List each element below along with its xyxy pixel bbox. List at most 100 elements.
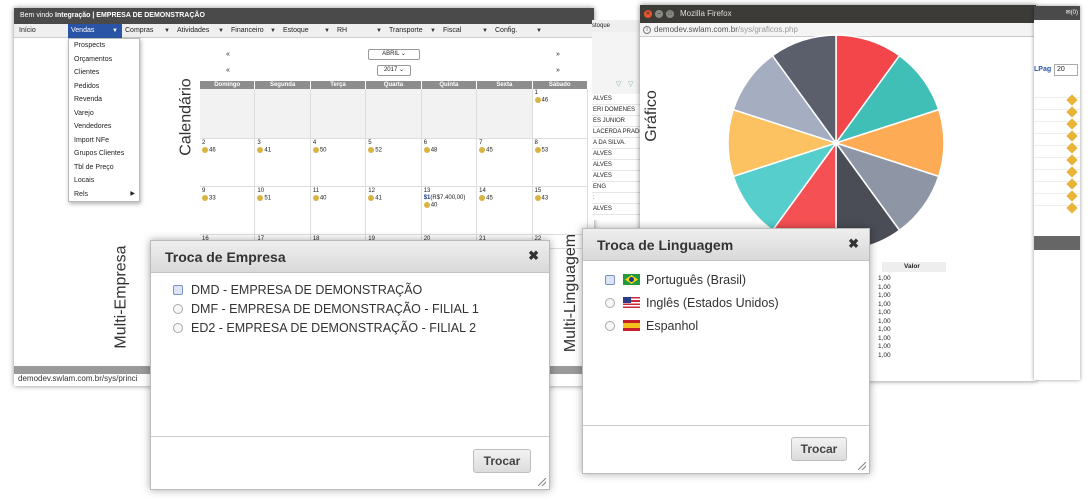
calendar-day-cell[interactable]: 2 46 <box>200 139 256 187</box>
empresa-option[interactable]: ED2 - EMPRESA DE DEMONSTRAÇÃO - FILIAL 2 <box>173 321 476 335</box>
next-year-button[interactable]: » <box>556 67 560 74</box>
appointment-badge[interactable]: 48 <box>423 147 474 154</box>
calendar-day-cell[interactable]: 15 43 <box>532 187 588 235</box>
appointment-badge[interactable]: 50 <box>312 147 363 154</box>
dropdown-item-import-nfe[interactable]: Import NFe <box>69 134 139 148</box>
prev-month-button[interactable]: « <box>226 51 230 58</box>
edit-icon[interactable] <box>1066 130 1078 142</box>
menu-vendas[interactable]: Vendas ▼ <box>68 24 122 38</box>
dropdown-item-pedidos[interactable]: Pedidos <box>69 80 139 94</box>
close-window-icon[interactable]: ✕ <box>644 10 652 18</box>
edit-icon[interactable] <box>1066 94 1078 106</box>
next-month-button[interactable]: » <box>556 51 560 58</box>
appointment-badge[interactable]: 46 <box>202 147 252 154</box>
radio-icon[interactable] <box>605 298 615 308</box>
calendar-day-cell[interactable]: 9 33 <box>200 187 256 235</box>
edit-icon[interactable] <box>1066 178 1078 190</box>
background-list-panel: stoque ▽ ▽ ALVES ERI DOMENES ES JUNIOR L… <box>592 20 640 220</box>
year-select[interactable]: 2017 ⌄ <box>377 65 411 76</box>
appointment-badge[interactable]: 51 <box>257 195 307 202</box>
linguagem-option[interactable]: Espanhol <box>605 319 698 333</box>
calendar-day-cell[interactable]: 8 53 <box>532 139 588 187</box>
radio-selected-icon[interactable] <box>173 285 183 295</box>
dropdown-item-revenda[interactable]: Revenda <box>69 93 139 107</box>
menu-rh[interactable]: RH ▼ <box>334 24 386 38</box>
dropdown-item-grupos-clientes[interactable]: Grupos Clientes <box>69 147 139 161</box>
close-icon[interactable]: ✖ <box>528 248 539 264</box>
month-select[interactable]: ABRIL ⌄ <box>368 49 420 60</box>
calendar-day-cell[interactable]: 6 48 <box>421 139 478 187</box>
calendar-day-cell[interactable] <box>366 89 422 139</box>
appointment-badge[interactable]: 41 <box>368 195 418 202</box>
empresa-option[interactable]: DMF - EMPRESA DE DEMONSTRAÇÃO - FILIAL 1 <box>173 302 479 316</box>
menu-financeiro[interactable]: Financeiro ▼ <box>228 24 280 38</box>
trocar-linguagem-button[interactable]: Trocar <box>791 437 847 461</box>
trocar-empresa-button[interactable]: Trocar <box>473 449 531 473</box>
calendar-day-cell[interactable]: 4 50 <box>310 139 367 187</box>
menu-atividades[interactable]: Atividades ▼ <box>174 24 228 38</box>
dropdown-item-locais[interactable]: Locais <box>69 174 139 188</box>
calendar-day-cell[interactable]: 3 41 <box>255 139 311 187</box>
edit-icon[interactable] <box>1066 202 1078 214</box>
minimize-window-icon[interactable]: – <box>655 10 663 18</box>
edit-icon[interactable] <box>1066 190 1078 202</box>
radio-icon[interactable] <box>605 321 615 331</box>
dropdown-item-rels[interactable]: Rels ▶ <box>69 188 139 202</box>
empresa-option[interactable]: DMD - EMPRESA DE DEMONSTRAÇÃO <box>173 283 422 297</box>
calendar-day-cell[interactable]: 7 45 <box>477 139 533 187</box>
calendar-day-cell[interactable]: 13 $1(R$7.400,00) 40 <box>421 187 478 235</box>
dropdown-item-prospects[interactable]: Prospects <box>69 39 139 53</box>
money-badge[interactable]: $1(R$7.400,00) <box>424 195 474 201</box>
info-icon[interactable]: i <box>643 26 651 34</box>
appointment-badge[interactable]: 52 <box>368 147 418 154</box>
maximize-window-icon[interactable]: □ <box>666 10 674 18</box>
appointment-badge[interactable]: 41 <box>257 147 307 154</box>
radio-icon[interactable] <box>173 323 183 333</box>
calendar-day-cell[interactable] <box>200 89 256 139</box>
dropdown-item-clientes[interactable]: Clientes <box>69 66 139 80</box>
linguagem-option[interactable]: Inglês (Estados Unidos) <box>605 296 779 310</box>
appointment-badge[interactable]: 46 <box>534 97 585 104</box>
menu-config[interactable]: Config. ▼ <box>492 24 546 38</box>
calendar-day-cell[interactable]: 12 41 <box>366 187 422 235</box>
calendar-day-cell[interactable]: 5 52 <box>366 139 422 187</box>
dropdown-item-varejo[interactable]: Varejo <box>69 107 139 121</box>
linguagem-option[interactable]: Português (Brasil) <box>605 273 746 287</box>
appointment-badge[interactable]: 40 <box>423 202 474 209</box>
menu-estoque[interactable]: Estoque ▼ <box>280 24 334 38</box>
menu-transporte[interactable]: Transporte ▼ <box>386 24 440 38</box>
weekday-label: Sábado <box>532 81 588 89</box>
edit-icon[interactable] <box>1066 106 1078 118</box>
appointment-badge[interactable]: 45 <box>479 147 529 154</box>
appointment-badge[interactable]: 43 <box>534 195 585 202</box>
menu-fiscal[interactable]: Fiscal ▼ <box>440 24 492 38</box>
dropdown-item-orcamentos[interactable]: Orçamentos <box>69 53 139 67</box>
dropdown-item-tbl-preco[interactable]: Tbl de Preço <box>69 161 139 175</box>
appointment-badge[interactable]: 45 <box>479 195 529 202</box>
calendar-day-cell[interactable]: 11 40 <box>310 187 367 235</box>
close-icon[interactable]: ✖ <box>848 236 859 252</box>
calendar-day-cell[interactable] <box>477 89 533 139</box>
appointment-badge[interactable]: 40 <box>312 195 363 202</box>
lpag-input[interactable]: 20 <box>1054 64 1078 76</box>
edit-icon[interactable] <box>1066 166 1078 178</box>
appointment-badge[interactable]: 53 <box>534 147 585 154</box>
edit-icon[interactable] <box>1066 154 1078 166</box>
dropdown-item-vendedores[interactable]: Vendedores <box>69 120 139 134</box>
prev-year-button[interactable]: « <box>226 67 230 74</box>
resize-grip-icon[interactable] <box>858 462 866 470</box>
radio-icon[interactable] <box>173 304 183 314</box>
calendar-day-cell[interactable] <box>255 89 311 139</box>
calendar-day-cell[interactable] <box>421 89 478 139</box>
radio-selected-icon[interactable] <box>605 275 615 285</box>
edit-icon[interactable] <box>1066 142 1078 154</box>
calendar-day-cell[interactable] <box>310 89 367 139</box>
menu-compras[interactable]: Compras ▼ <box>122 24 174 38</box>
calendar-day-cell[interactable]: 1 46 <box>532 89 588 139</box>
resize-grip-icon[interactable] <box>538 478 546 486</box>
calendar-day-cell[interactable]: 14 45 <box>477 187 533 235</box>
calendar-day-cell[interactable]: 10 51 <box>255 187 311 235</box>
appointment-badge[interactable]: 33 <box>202 195 252 202</box>
menu-inicio[interactable]: Início <box>16 24 68 38</box>
edit-icon[interactable] <box>1066 118 1078 130</box>
